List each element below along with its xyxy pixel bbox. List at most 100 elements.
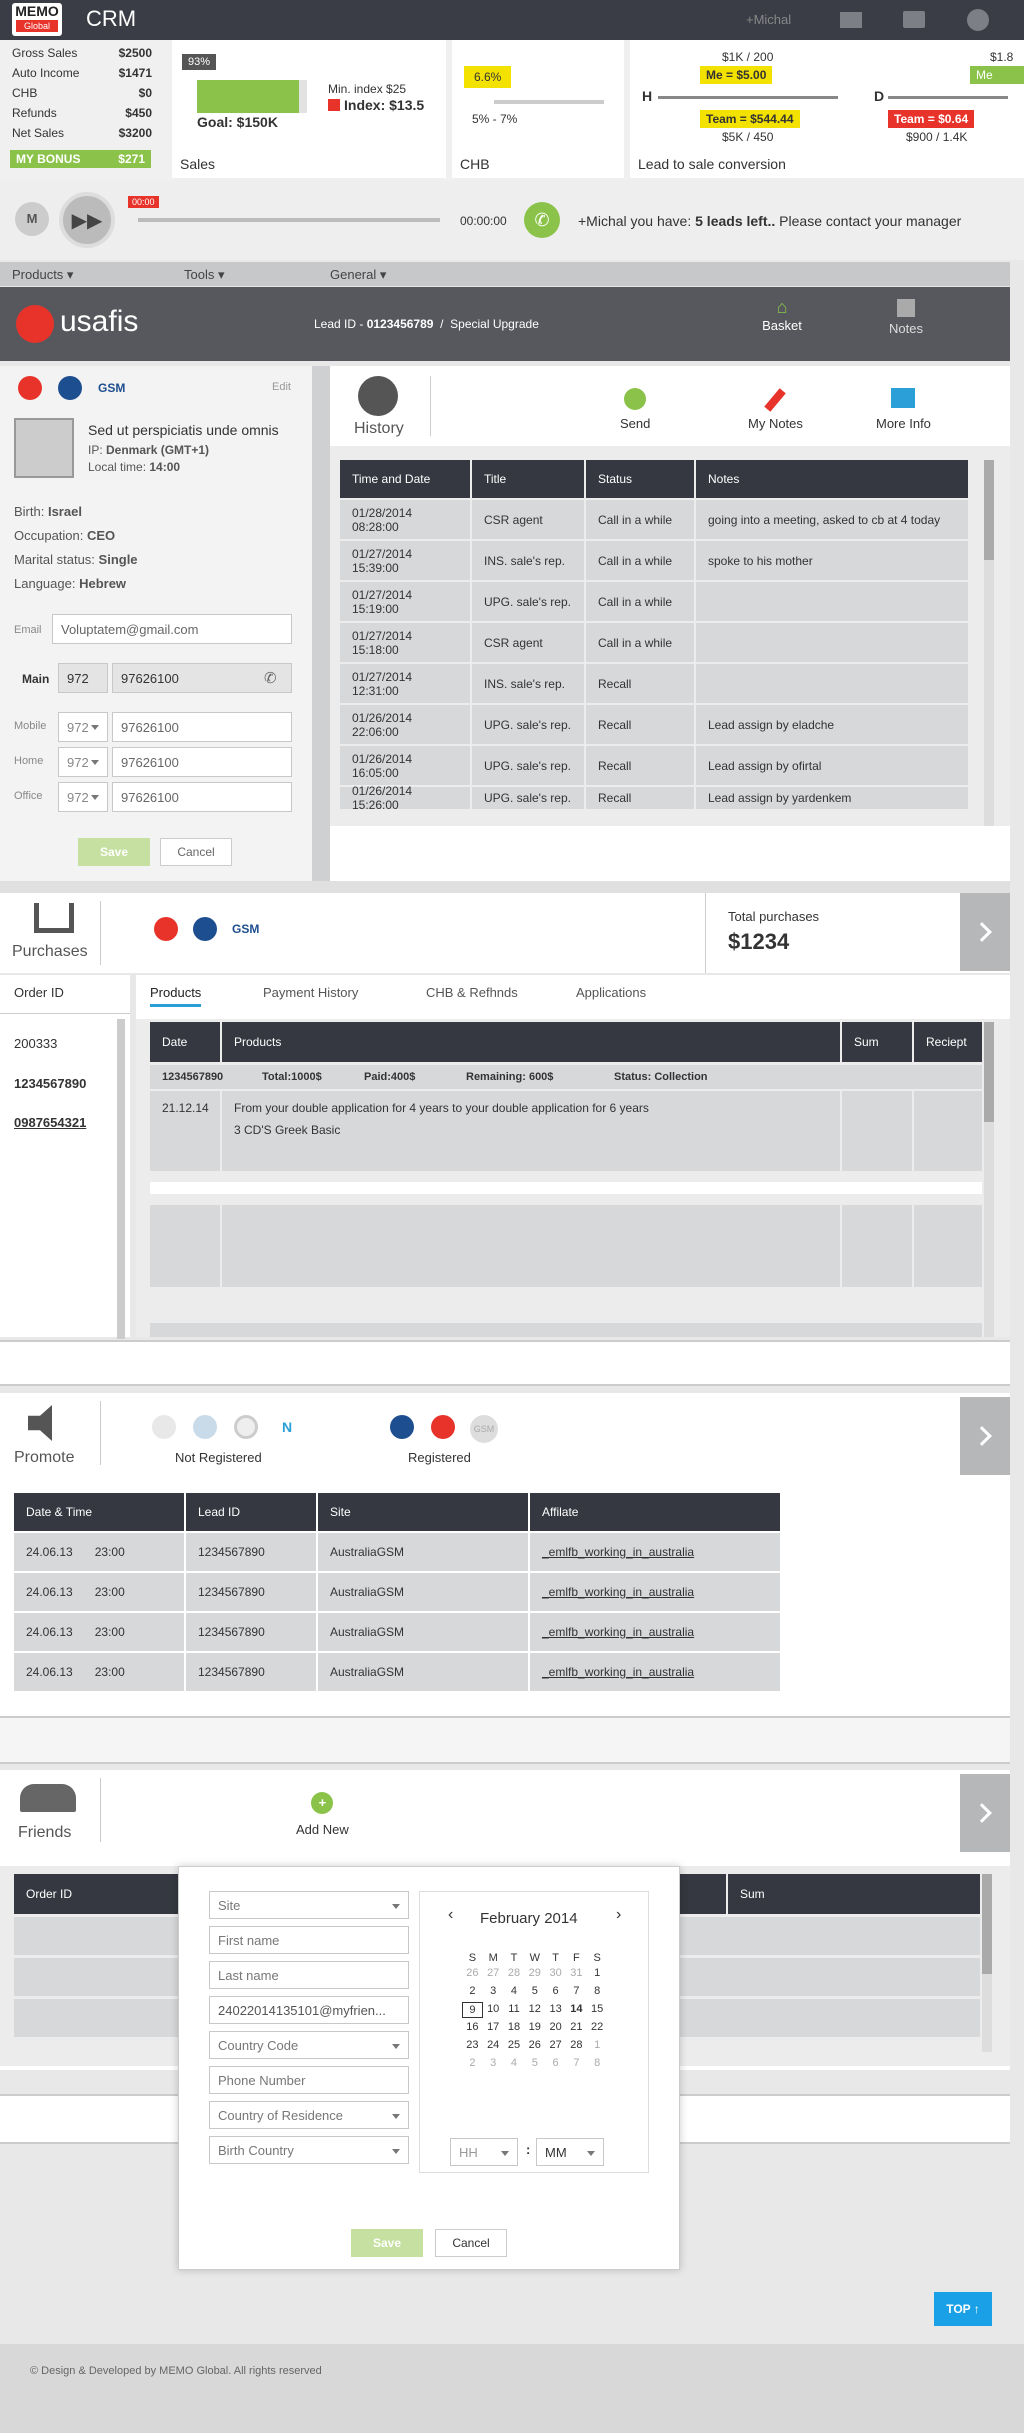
brand-icon-red[interactable] [154, 917, 178, 941]
calendar-day[interactable]: 18 [504, 2020, 525, 2036]
tab-applications[interactable]: Applications [576, 985, 646, 1000]
phone-field[interactable]: 97626100 [112, 712, 292, 742]
menu-tools[interactable]: Tools ▾ [184, 267, 225, 283]
brand-icon-blue[interactable] [58, 376, 82, 400]
affiliate[interactable]: _emlfb_working_in_australia [530, 1573, 780, 1611]
orders-scrollbar[interactable] [117, 1019, 125, 1339]
calendar-day[interactable]: 9 [462, 2002, 483, 2018]
phone-field[interactable]: 97626100 [112, 747, 292, 777]
popup-cancel-button[interactable]: Cancel [435, 2229, 507, 2257]
moreinfo-button[interactable]: More Info [876, 388, 931, 431]
friends-expand-arrow[interactable] [960, 1774, 1010, 1852]
mail-icon[interactable] [840, 12, 862, 28]
calendar-day[interactable]: 22 [587, 2020, 608, 2036]
menu-general[interactable]: General ▾ [330, 267, 386, 283]
calendar-day[interactable]: 19 [524, 2020, 545, 2036]
form-field-3[interactable]: 24022014135101@myfrien... [209, 1996, 409, 2024]
calendar-day[interactable]: 17 [483, 2020, 504, 2036]
next-month-icon[interactable]: › [616, 1906, 621, 1924]
calendar-day[interactable]: 3 [483, 2056, 504, 2072]
calendar-day[interactable]: 8 [587, 1984, 608, 2000]
top-button[interactable]: TOP ↑ [934, 2292, 992, 2326]
calendar-day[interactable]: 26 [462, 1966, 483, 1982]
products-scrollbar[interactable] [984, 1022, 994, 1337]
calendar-day[interactable]: 10 [483, 2002, 504, 2018]
send-button[interactable]: Send [620, 388, 650, 431]
menu-products[interactable]: Products ▾ [12, 267, 73, 283]
friends-scrollbar[interactable] [982, 1874, 992, 2052]
chat-icon[interactable] [903, 11, 925, 28]
calendar-day[interactable]: 28 [504, 1966, 525, 1982]
form-field-5[interactable]: Phone Number [209, 2066, 409, 2094]
calendar-day[interactable]: 27 [483, 1966, 504, 1982]
play-button[interactable]: ▶▶ [59, 192, 115, 248]
order-item[interactable]: 200333 [14, 1036, 57, 1051]
promote-row[interactable]: 24.06.13 23:00 1234567890 AustraliaGSM _emlf… [14, 1573, 782, 1611]
calendar-day[interactable]: 25 [504, 2038, 525, 2054]
minute-select[interactable]: MM [536, 2138, 604, 2166]
calendar-day[interactable]: 28 [566, 2038, 587, 2054]
reg-icon-blue[interactable] [390, 1415, 414, 1439]
calendar-day[interactable]: 2 [462, 2056, 483, 2072]
notes-button[interactable]: Notes [876, 299, 936, 336]
special-upgrade[interactable]: Special Upgrade [450, 317, 539, 331]
main-code[interactable]: 972 [58, 663, 108, 693]
phone-code[interactable]: 972 [58, 747, 108, 777]
form-field-2[interactable]: Last name [209, 1961, 409, 1989]
order-item[interactable]: 1234567890 [14, 1076, 86, 1091]
email-field[interactable]: Voluptatem@gmail.com [52, 614, 292, 644]
calendar-day[interactable]: 6 [545, 2056, 566, 2072]
phone-field[interactable]: 97626100 [112, 782, 292, 812]
form-field-0[interactable]: Site [209, 1891, 409, 1919]
main-phone-icon[interactable]: ✆ [264, 669, 277, 687]
history-scrollbar[interactable] [984, 460, 994, 826]
calendar-day[interactable]: 3 [483, 1984, 504, 2000]
add-new-button[interactable]: + Add New [296, 1792, 349, 1837]
calendar-day[interactable]: 8 [587, 2056, 608, 2072]
promote-row[interactable]: 24.06.13 23:00 1234567890 AustraliaGSM _emlf… [14, 1653, 782, 1691]
player-track[interactable] [138, 218, 440, 222]
contact-scroll[interactable] [312, 366, 330, 881]
hour-select[interactable]: HH [450, 2138, 518, 2166]
calendar-day[interactable]: 24 [483, 2038, 504, 2054]
prev-month-icon[interactable]: ‹ [448, 1906, 453, 1924]
memo-logo[interactable]: MEMO Global [12, 3, 62, 36]
phone-code[interactable]: 972 [58, 712, 108, 742]
calendar-day[interactable]: 26 [524, 2038, 545, 2054]
brand-icon-blue[interactable] [193, 917, 217, 941]
gsm-badge[interactable]: GSM [98, 381, 125, 395]
form-field-1[interactable]: First name [209, 1926, 409, 1954]
calendar-day[interactable]: 5 [524, 2056, 545, 2072]
scroll-thumb[interactable] [982, 1874, 992, 1974]
form-field-6[interactable]: Country of Residence [209, 2101, 409, 2129]
calendar-day[interactable]: 27 [545, 2038, 566, 2054]
calendar-day[interactable]: 16 [462, 2020, 483, 2036]
scroll-thumb[interactable] [984, 460, 994, 560]
gear-icon[interactable] [967, 9, 989, 31]
tab-payment-history[interactable]: Payment History [263, 985, 358, 1000]
calendar-day[interactable]: 21 [566, 2020, 587, 2036]
cancel-button[interactable]: Cancel [160, 838, 232, 866]
site-icon-1[interactable] [152, 1415, 176, 1439]
calendar-day[interactable]: 15 [587, 2002, 608, 2018]
calendar-day[interactable]: 29 [524, 1966, 545, 1982]
phone-call-icon[interactable]: ✆ [524, 202, 560, 238]
popup-save-button[interactable]: Save [351, 2229, 423, 2257]
tab-chb-refunds[interactable]: CHB & Refhnds [426, 985, 518, 1000]
promote-row[interactable]: 24.06.13 23:00 1234567890 AustraliaGSM _emlf… [14, 1533, 782, 1571]
form-field-4[interactable]: Country Code [209, 2031, 409, 2059]
save-button[interactable]: Save [78, 838, 150, 866]
affiliate[interactable]: _emlfb_working_in_australia [530, 1533, 780, 1571]
mynotes-button[interactable]: My Notes [748, 388, 803, 431]
calendar-day[interactable]: 7 [566, 1984, 587, 2000]
edit-link[interactable]: Edit [272, 381, 291, 393]
form-field-7[interactable]: Birth Country [209, 2136, 409, 2164]
m-button[interactable]: M [15, 202, 49, 236]
site-icon-3[interactable] [234, 1415, 258, 1439]
calendar-day[interactable]: 31 [566, 1966, 587, 1982]
affiliate[interactable]: _emlfb_working_in_australia [530, 1653, 780, 1691]
user-name[interactable]: +Michal [746, 12, 791, 27]
site-icon-n[interactable]: N [275, 1415, 299, 1439]
calendar-day[interactable]: 30 [545, 1966, 566, 1982]
brand-icon-red[interactable] [18, 376, 42, 400]
